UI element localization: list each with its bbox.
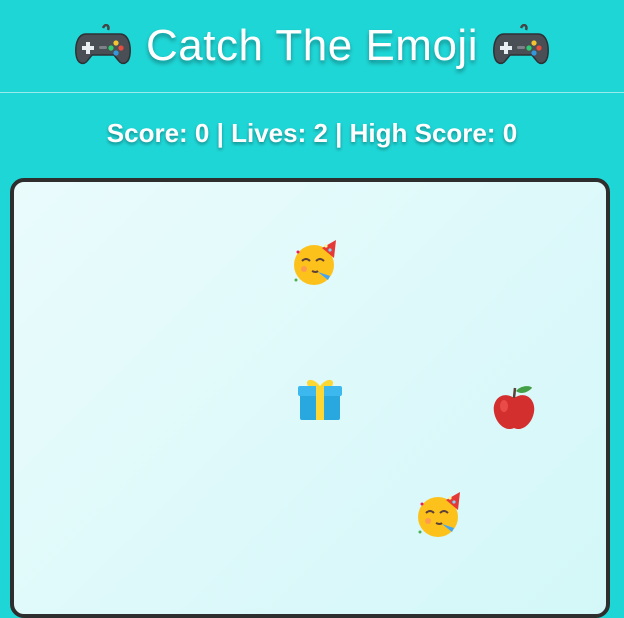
gift-emoji[interactable]	[294, 372, 346, 424]
header: Catch The Emoji	[0, 0, 624, 93]
score-status: Score: 0 | Lives: 2 | High Score: 0	[106, 118, 518, 148]
gamepad-icon	[74, 23, 132, 68]
party-face-emoji[interactable]	[290, 236, 342, 288]
game-area[interactable]	[10, 178, 610, 618]
red-apple-emoji[interactable]	[488, 382, 540, 434]
page-title: Catch The Emoji	[146, 21, 478, 70]
party-face-emoji[interactable]	[414, 488, 466, 540]
gamepad-icon	[492, 23, 550, 68]
